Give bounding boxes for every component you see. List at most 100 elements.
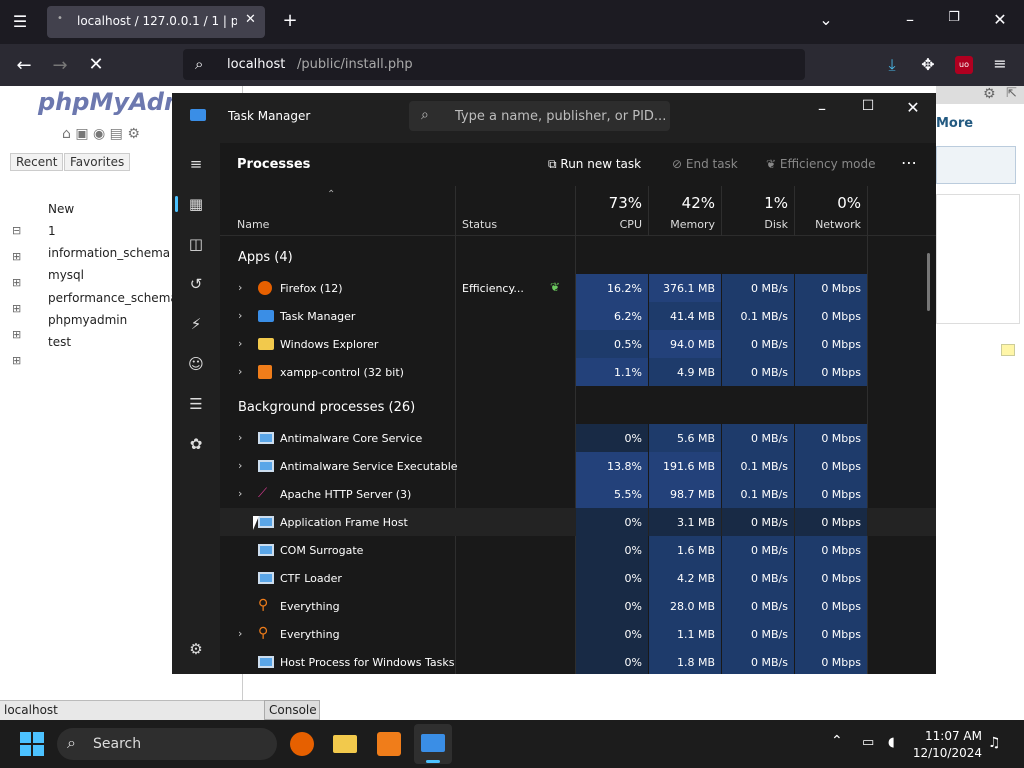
process-row[interactable]: › Windows Explorer 0.5% 94.0 MB 0 MB/s 0… [220,330,936,358]
window-app-icon [258,656,274,668]
process-row[interactable]: › ⟋ Apache HTTP Server (3) 5.5% 98.7 MB … [220,480,936,508]
process-row[interactable]: CTF Loader 0% 4.2 MB 0 MB/s 0 Mbps [220,564,936,592]
ublock-icon[interactable]: uo [955,56,973,74]
close-window-icon[interactable]: ✕ [990,10,1010,29]
notification-bell-icon[interactable]: ♫ [988,735,1001,751]
process-row[interactable]: › Firefox (12) Efficiency... ❦ 16.2% 376… [220,274,936,302]
tree-item-db[interactable]: performance_schema [48,291,178,305]
cpu-cell: 0% [576,424,648,452]
process-row[interactable]: ⚲ Everything 0% 28.0 MB 0 MB/s 0 Mbps [220,592,936,620]
firefox-icon[interactable] [290,732,314,756]
memory-cell: 5.6 MB [649,424,721,452]
memory-cell: 1.1 MB [649,620,721,648]
tree-item-db[interactable]: mysql [48,268,84,282]
expand-chevron-icon[interactable]: › [238,337,242,350]
expand-chevron-icon[interactable]: › [238,487,242,500]
efficiency-mode-button[interactable]: ❦ Efficiency mode [766,157,876,171]
settings-icon[interactable]: ⚙ [172,632,220,666]
downloads-icon[interactable]: ⤓ [882,55,902,75]
tree-item-db[interactable]: information_schema [48,246,170,260]
pma-topbar: ⚙ ⇱ [936,86,1024,104]
process-name: Antimalware Core Service [280,432,423,445]
end-task-button[interactable]: ⊘ End task [672,157,738,171]
processes-icon[interactable]: ▦ [172,187,220,221]
process-row[interactable]: › Antimalware Core Service 0% 5.6 MB 0 M… [220,424,936,452]
clock-date[interactable]: 12/10/2024 [910,746,982,760]
extensions-icon[interactable]: ✥ [918,55,938,74]
start-windows-icon[interactable] [20,732,44,756]
services-icon[interactable]: ✿ [172,427,220,461]
col-status[interactable]: Status [462,218,497,231]
minimize-icon[interactable]: – [812,99,832,118]
process-row[interactable]: › Task Manager 6.2% 41.4 MB 0.1 MB/s 0 M… [220,302,936,330]
process-row[interactable]: › ⚲ Everything 0% 1.1 MB 0 MB/s 0 Mbps [220,620,936,648]
clock-time[interactable]: 11:07 AM [910,729,982,743]
more-options-icon[interactable]: ⋯ [901,153,917,172]
file-explorer-icon[interactable] [333,735,357,753]
process-row[interactable]: Application Frame Host 0% 3.1 MB 0 MB/s … [220,508,936,536]
memory-cell: 3.1 MB [649,508,721,536]
expand-chevron-icon[interactable]: › [238,365,242,378]
maximize-icon[interactable]: ☐ [858,98,878,114]
tab-close-icon[interactable]: ✕ [245,12,256,27]
list-tabs-chevron-icon[interactable]: ⌄ [816,10,836,29]
process-row[interactable]: Host Process for Windows Tasks 0% 1.8 MB… [220,648,936,674]
url-bar[interactable]: ⌕ localhost /public/install.php [183,49,805,80]
expand-chevron-icon[interactable]: › [238,627,242,640]
tree-item-db[interactable]: test [48,335,71,349]
col-cpu[interactable]: CPU [576,218,642,231]
browser-tab[interactable]: • localhost / 127.0.0.1 / 1 | phpMy ✕ [47,6,265,38]
expand-chevron-icon[interactable]: › [238,281,242,294]
restore-icon[interactable]: ❐ [944,10,964,25]
tree-item-db[interactable]: 1 [48,224,56,238]
disk-cell: 0 MB/s [722,648,794,674]
taskbar-search[interactable]: ⌕ Search [57,728,277,760]
taskbar-active-app[interactable] [414,724,452,764]
process-row[interactable]: › xampp-control (32 bit) 1.1% 4.9 MB 0 M… [220,358,936,386]
group-background: Background processes (26) [238,400,416,415]
tree-item-db[interactable]: phpmyadmin [48,313,127,327]
collapse-icon[interactable]: ⇱ [1006,86,1017,101]
recent-button[interactable]: Recent [10,153,64,171]
details-icon[interactable]: ☰ [172,387,220,421]
back-icon[interactable]: ← [14,55,34,76]
xampp-icon[interactable] [377,732,401,756]
expand-chevron-icon[interactable]: › [238,309,242,322]
close-icon[interactable]: ✕ [903,98,923,117]
col-disk[interactable]: Disk [722,218,788,231]
process-row[interactable]: › Antimalware Service Executable 13.8% 1… [220,452,936,480]
hamburger-icon[interactable]: ≡ [172,147,220,181]
tab-list-icon[interactable]: ☰ [10,12,30,31]
active-app-indicator [426,760,440,763]
more-tab[interactable]: More [936,116,973,131]
favorites-button[interactable]: Favorites [64,153,131,171]
chevron-up-icon[interactable]: ⌃ [831,733,843,749]
stop-icon[interactable]: ✕ [86,54,106,75]
tree-item-new[interactable]: New [48,202,74,216]
startup-apps-icon[interactable]: ⚡ [172,307,220,341]
note-icon[interactable] [1001,344,1015,356]
network-icon[interactable]: ▭ [862,735,874,750]
performance-icon[interactable]: ◫ [172,227,220,261]
expand-chevron-icon[interactable]: › [238,459,242,472]
tree-expand-icons[interactable]: ⊟ ⊞ ⊞ ⊞ ⊞ ⊞ [12,224,21,367]
minimize-icon[interactable]: – [900,10,920,29]
users-icon[interactable]: ☺ [172,347,220,381]
search-input[interactable]: ⌕ Type a name, publisher, or PID... [409,101,670,131]
process-row[interactable]: COM Surrogate 0% 1.6 MB 0 MB/s 0 Mbps [220,536,936,564]
col-network[interactable]: Network [795,218,861,231]
run-new-task-button[interactable]: ⧉ Run new task [548,157,641,172]
pma-toolbar-icons[interactable]: ⌂ ▣ ◉ ▤ ⚙ [62,126,140,142]
col-memory[interactable]: Memory [649,218,715,231]
col-name[interactable]: Name [237,218,269,231]
volume-icon[interactable]: ◖ [888,735,895,750]
forward-icon[interactable]: → [50,55,70,76]
new-tab-icon[interactable]: + [280,10,300,31]
console-button[interactable]: Console [264,700,320,720]
process-name: Task Manager [280,310,356,323]
app-history-icon[interactable]: ↺ [172,267,220,301]
window-app-icon [258,544,274,556]
gear-icon[interactable]: ⚙ [983,86,996,102]
expand-chevron-icon[interactable]: › [238,431,242,444]
menu-icon[interactable]: ≡ [990,54,1010,73]
